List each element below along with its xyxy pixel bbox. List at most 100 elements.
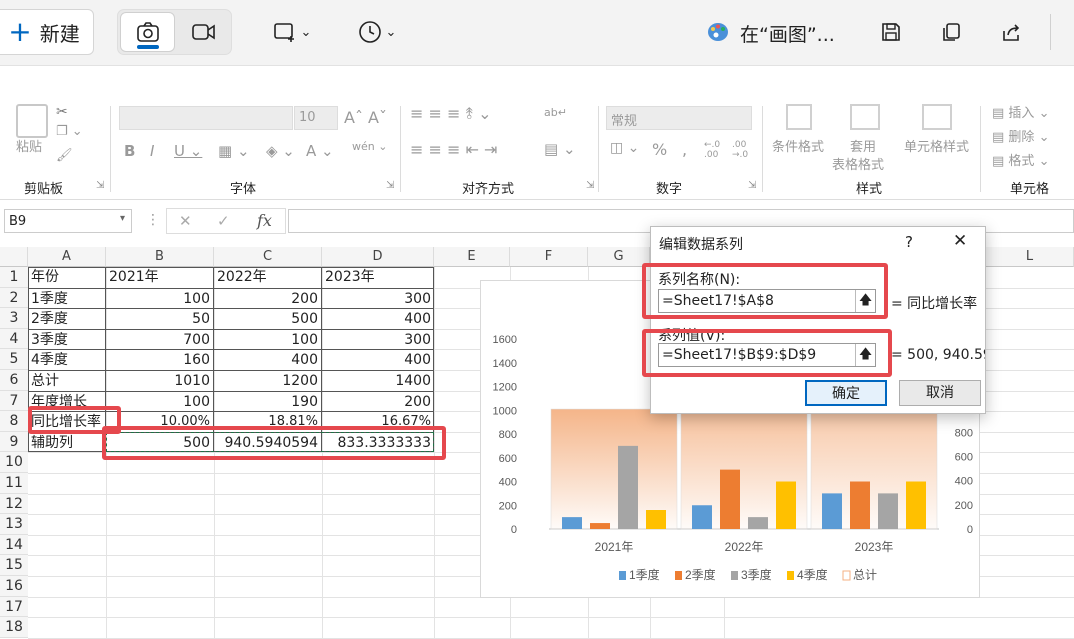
help-button[interactable]: ?: [905, 233, 913, 251]
column-header-e[interactable]: E: [434, 247, 510, 267]
underline-icon[interactable]: U ⌄: [174, 142, 202, 160]
dialog-launcher-icon[interactable]: ⇲: [96, 180, 104, 191]
row-header[interactable]: 10: [0, 452, 28, 473]
cell-d3[interactable]: 400: [322, 308, 434, 329]
percent-icon[interactable]: %: [652, 140, 667, 159]
cell-b7[interactable]: 100: [106, 390, 214, 412]
insert-button[interactable]: ▤ 插入 ⌄: [992, 102, 1049, 121]
cell-c5[interactable]: 400: [214, 349, 322, 370]
row-header[interactable]: 13: [0, 514, 28, 535]
cell-c2[interactable]: 200: [214, 287, 322, 309]
font-color-icon[interactable]: A ⌄: [306, 142, 334, 160]
bold-icon[interactable]: B: [124, 142, 135, 160]
cell-d4[interactable]: 300: [322, 328, 434, 350]
new-button[interactable]: + 新建: [0, 9, 94, 55]
cell-a9[interactable]: 辅助列: [28, 431, 106, 453]
video-mode-button[interactable]: [178, 12, 230, 52]
italic-icon[interactable]: I: [150, 142, 154, 160]
row-header[interactable]: 18: [0, 617, 28, 638]
column-header-d[interactable]: D: [322, 247, 434, 267]
cell-a6[interactable]: 总计: [28, 370, 106, 391]
cell-c6[interactable]: 1200: [214, 370, 322, 391]
merge-cells-icon[interactable]: ▤ ⌄: [544, 140, 576, 158]
select-all-corner[interactable]: [0, 247, 28, 267]
decrease-decimal-icon[interactable]: .00 →.0: [732, 140, 748, 160]
row-header[interactable]: 9: [0, 431, 28, 453]
open-in-paint-button[interactable]: 在“画图”...: [740, 20, 835, 47]
cell-d6[interactable]: 1400: [322, 370, 434, 391]
row-header[interactable]: 2: [0, 287, 28, 309]
cell-d5[interactable]: 400: [322, 349, 434, 370]
row-header[interactable]: 12: [0, 493, 28, 515]
dialog-launcher-icon[interactable]: ⇲: [586, 180, 594, 191]
row-header[interactable]: 16: [0, 576, 28, 597]
delay-button[interactable]: ⌄: [350, 18, 404, 46]
cell-a5[interactable]: 4季度: [28, 349, 106, 370]
column-header-g[interactable]: G: [588, 247, 650, 267]
cell-b6[interactable]: 1010: [106, 370, 214, 391]
comma-icon[interactable]: ,: [682, 140, 687, 159]
name-box[interactable]: B9 ▾: [4, 209, 132, 233]
row-header[interactable]: 5: [0, 349, 28, 370]
increase-decimal-icon[interactable]: ←.0.00: [704, 140, 720, 160]
row-header[interactable]: 11: [0, 473, 28, 494]
cell-c1[interactable]: 2022年: [214, 267, 322, 288]
cell-d2[interactable]: 300: [322, 287, 434, 309]
cell-b4[interactable]: 700: [106, 328, 214, 350]
paste-label[interactable]: 粘贴: [16, 136, 42, 155]
cut-icon[interactable]: ✂: [56, 104, 68, 120]
row-header[interactable]: 7: [0, 390, 28, 412]
column-header-b[interactable]: B: [106, 247, 214, 267]
cancel-button[interactable]: 取消: [899, 380, 981, 406]
fill-color-icon[interactable]: ◈ ⌄: [266, 142, 295, 160]
row-header[interactable]: 1: [0, 267, 28, 288]
function-icon[interactable]: fx: [257, 211, 272, 230]
cell-b3[interactable]: 50: [106, 308, 214, 329]
align-top-icon[interactable]: ≡ ≡ ≡ ⥉ ⌄: [410, 104, 492, 124]
cell-a4[interactable]: 3季度: [28, 328, 106, 350]
row-header[interactable]: 14: [0, 534, 28, 556]
row-header[interactable]: 4: [0, 328, 28, 350]
column-header-f[interactable]: F: [510, 247, 588, 267]
screenshot-mode-button[interactable]: [120, 12, 175, 52]
format-button[interactable]: ▤ 格式 ⌄: [992, 150, 1049, 169]
phonetic-icon[interactable]: wén ⌄: [352, 140, 387, 153]
snip-shape-button[interactable]: ⌄: [265, 18, 319, 46]
row-header[interactable]: 8: [0, 411, 28, 432]
cell-c4[interactable]: 100: [214, 328, 322, 350]
cell-b1[interactable]: 2021年: [106, 267, 214, 288]
column-header-a[interactable]: A: [28, 247, 106, 267]
row-header[interactable]: 17: [0, 596, 28, 618]
font-size-select[interactable]: 10: [294, 106, 338, 130]
cell-a1[interactable]: 年份: [28, 267, 106, 288]
save-button[interactable]: [876, 18, 906, 46]
cell-style-button[interactable]: 单元格样式: [904, 136, 969, 155]
row-header[interactable]: 15: [0, 555, 28, 576]
enter-icon[interactable]: ✓: [217, 212, 230, 230]
dialog-launcher-icon[interactable]: ⇲: [748, 180, 756, 191]
format-painter-icon[interactable]: 🖌: [56, 148, 73, 163]
cell-a2[interactable]: 1季度: [28, 287, 106, 309]
cell-b5[interactable]: 160: [106, 349, 214, 370]
cell-d7[interactable]: 200: [322, 390, 434, 412]
cell-b2[interactable]: 100: [106, 287, 214, 309]
copy-format-icon[interactable]: ❐ ⌄: [56, 124, 83, 139]
table-format-label-1[interactable]: 套用: [850, 136, 876, 155]
cancel-icon[interactable]: ✕: [179, 212, 192, 230]
dialog-launcher-icon[interactable]: ⇲: [386, 180, 394, 191]
column-header-l[interactable]: L: [986, 247, 1074, 267]
copy-button[interactable]: [936, 18, 966, 46]
font-name-select[interactable]: [119, 106, 293, 130]
table-format-label-2[interactable]: 表格格式: [832, 154, 884, 173]
column-header-c[interactable]: C: [214, 247, 322, 267]
align-left-icon[interactable]: ≡ ≡ ≡ ⇤ ⇥: [410, 140, 497, 159]
conditional-format-button[interactable]: 条件格式: [772, 136, 824, 155]
cell-c3[interactable]: 500: [214, 308, 322, 329]
accounting-format-icon[interactable]: ◫ ⌄: [610, 140, 639, 156]
cell-a3[interactable]: 2季度: [28, 308, 106, 329]
ok-button[interactable]: 确定: [805, 380, 887, 406]
increase-font-icon[interactable]: Aˆ Aˇ: [344, 108, 387, 127]
share-button[interactable]: [996, 18, 1026, 46]
row-header[interactable]: 3: [0, 308, 28, 329]
close-icon[interactable]: ✕: [953, 231, 967, 251]
